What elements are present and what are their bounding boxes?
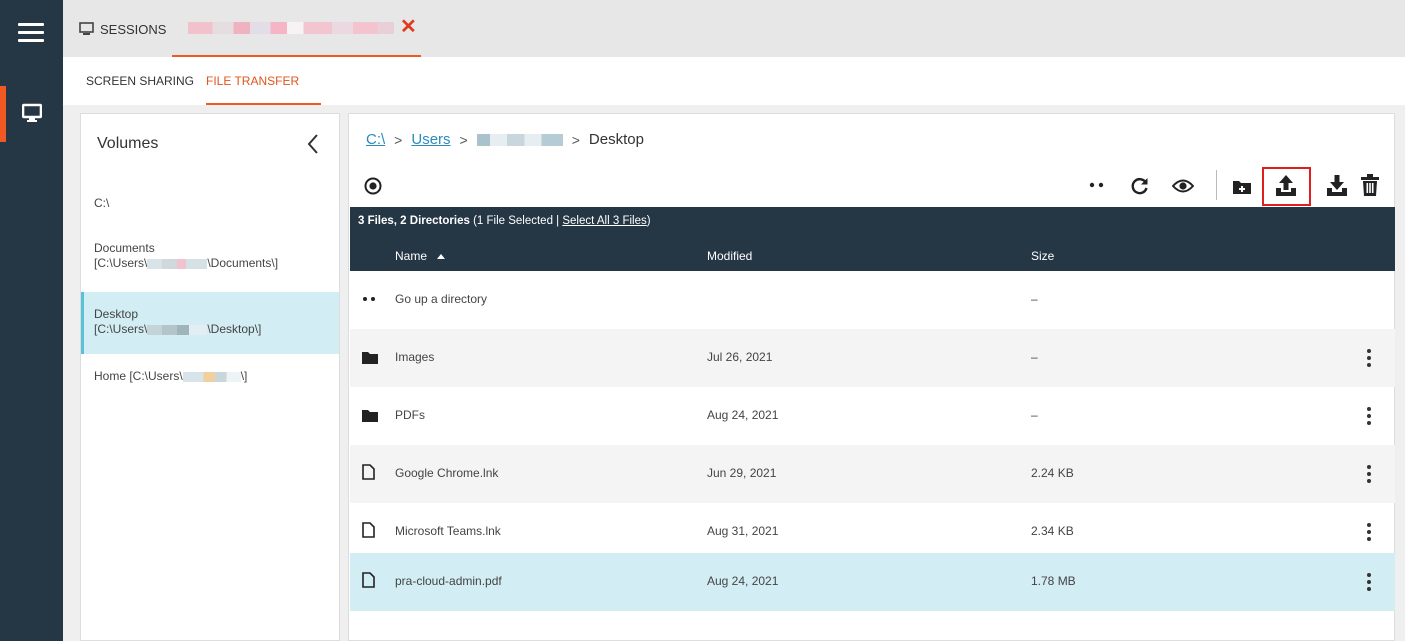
view-icon[interactable] [1172, 178, 1194, 194]
table-row-go-up[interactable]: Go up a directory – [350, 271, 1395, 329]
column-header-modified[interactable]: Modified [707, 249, 752, 263]
volumes-panel: Volumes C:\ Documents [C:\Users\ \Documen… [80, 113, 340, 641]
file-icon [362, 464, 375, 480]
two-dots-icon [363, 297, 375, 301]
upload-icon[interactable] [1275, 174, 1297, 198]
breadcrumb-users-link[interactable]: Users [411, 131, 450, 148]
file-size: – [1031, 350, 1038, 364]
file-modified: Aug 24, 2021 [707, 574, 779, 588]
redacted-username [147, 324, 208, 335]
selection-summary: 3 Files, 2 Directories (1 File Selected … [358, 215, 651, 227]
breadcrumb-root-link[interactable]: C:\ [366, 131, 385, 148]
active-session-tab[interactable]: ✕ [172, 0, 421, 57]
volume-item-desktop[interactable]: Desktop [C:\Users\ \Desktop\] [81, 292, 339, 354]
volume-name: C:\ [94, 196, 110, 210]
file-name: PDFs [395, 408, 425, 422]
column-name-label: Name [395, 249, 428, 263]
left-nav-rail [0, 0, 63, 641]
file-size: 1.78 MB [1031, 574, 1076, 588]
hamburger-menu-icon[interactable] [18, 23, 44, 43]
column-header-size[interactable]: Size [1031, 249, 1054, 263]
sort-ascending-icon [437, 254, 446, 259]
file-size: 2.34 KB [1031, 524, 1074, 538]
volumes-title: Volumes [97, 135, 159, 152]
file-name: Go up a directory [395, 292, 488, 306]
file-browser-panel: C:\ > Users > > Desktop 3 Files, 2 Direc… [348, 113, 1395, 641]
row-menu-kebab-icon[interactable] [1366, 407, 1372, 425]
session-sub-tabs: SCREEN SHARING FILE TRANSFER [63, 57, 1405, 105]
download-icon[interactable] [1326, 174, 1348, 198]
file-name: Images [395, 350, 435, 364]
file-icon [362, 572, 375, 588]
volume-name: Home [C:\Users\ [94, 369, 183, 383]
go-up-icon[interactable] [1089, 182, 1105, 188]
session-name-redacted [188, 22, 394, 34]
collapse-chevron-icon[interactable] [306, 133, 326, 157]
sessions-tab[interactable]: SESSIONS [79, 18, 166, 40]
volume-path-suffix: \] [240, 369, 248, 383]
volume-path-suffix: \Desktop\] [207, 322, 262, 336]
volume-name: Desktop [94, 307, 139, 321]
select-all-link[interactable]: Select All 3 Files [562, 215, 646, 227]
sessions-label: SESSIONS [100, 21, 167, 37]
file-name: Microsoft Teams.lnk [395, 524, 501, 538]
volume-path-prefix: [C:\Users\ [94, 256, 148, 270]
monitor-icon [79, 22, 94, 35]
volume-item-documents[interactable]: Documents [C:\Users\ \Documents\] [81, 241, 339, 283]
file-size: 2.24 KB [1031, 466, 1074, 480]
volume-path-prefix: [C:\Users\ [94, 322, 148, 336]
breadcrumb-separator-icon: > [459, 131, 468, 148]
column-header-name[interactable]: Name [395, 249, 446, 263]
active-indicator [0, 86, 6, 142]
redacted-username [147, 258, 208, 269]
file-name: Google Chrome.lnk [395, 466, 499, 480]
volume-name: Documents [94, 241, 155, 255]
file-modified: Aug 31, 2021 [707, 524, 779, 538]
row-menu-kebab-icon[interactable] [1366, 349, 1372, 367]
summary-selected: (1 File Selected | [473, 215, 563, 227]
folder-icon [362, 410, 378, 422]
close-session-icon[interactable]: ✕ [400, 16, 417, 38]
table-row[interactable]: Images Jul 26, 2021 – [350, 329, 1395, 387]
breadcrumb-separator-icon: > [394, 131, 403, 148]
file-icon [362, 522, 375, 538]
breadcrumb-redacted-user[interactable] [476, 133, 563, 146]
file-size: – [1031, 408, 1038, 422]
row-menu-kebab-icon[interactable] [1366, 573, 1372, 591]
table-row-selected[interactable]: pra-cloud-admin.pdf Aug 24, 2021 1.78 MB [350, 553, 1395, 611]
breadcrumb-separator-icon: > [571, 131, 580, 148]
redacted-username [182, 371, 241, 382]
summary-close: ) [646, 215, 651, 227]
tab-screen-sharing[interactable]: SCREEN SHARING [86, 74, 194, 88]
file-name: pra-cloud-admin.pdf [395, 574, 502, 588]
nav-sessions[interactable] [0, 86, 63, 142]
volume-item-home[interactable]: Home [C:\Users\ \] [81, 369, 339, 391]
sessions-tab-bar: SESSIONS ✕ [63, 0, 1405, 57]
row-menu-kebab-icon[interactable] [1366, 465, 1372, 483]
file-modified: Jun 29, 2021 [707, 466, 777, 480]
file-size: – [1031, 292, 1038, 306]
volume-path-suffix: \Documents\] [207, 256, 279, 270]
file-modified: Jul 26, 2021 [707, 350, 773, 364]
tab-file-transfer[interactable]: FILE TRANSFER [206, 74, 299, 88]
toolbar-divider [1216, 170, 1217, 200]
refresh-icon[interactable] [1130, 176, 1150, 196]
monitor-icon [22, 103, 42, 122]
breadcrumb: C:\ > Users > > Desktop [366, 131, 644, 148]
folder-icon [362, 352, 378, 364]
table-row[interactable]: PDFs Aug 24, 2021 – [350, 387, 1395, 445]
table-row[interactable]: Google Chrome.lnk Jun 29, 2021 2.24 KB [350, 445, 1395, 503]
stop-icon[interactable] [364, 177, 382, 195]
row-menu-kebab-icon[interactable] [1366, 523, 1372, 541]
delete-icon[interactable] [1361, 174, 1379, 196]
new-folder-icon[interactable] [1233, 179, 1251, 194]
file-modified: Aug 24, 2021 [707, 408, 779, 422]
breadcrumb-current: Desktop [588, 131, 644, 148]
volume-item-c[interactable]: C:\ [81, 196, 339, 218]
summary-counts: 3 Files, 2 Directories [358, 215, 470, 227]
file-table-header: 3 Files, 2 Directories (1 File Selected … [350, 207, 1395, 271]
